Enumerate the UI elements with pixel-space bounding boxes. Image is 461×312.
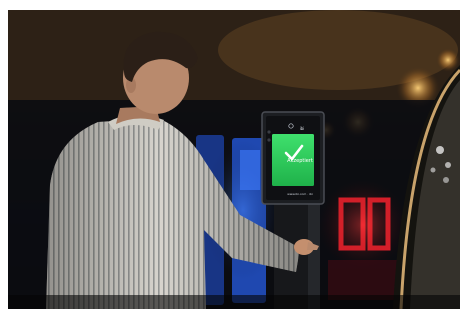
photo-frame: ibi Akzeptiert www.ibi.com · ibi (0, 0, 461, 312)
bokeh-light (445, 162, 451, 168)
casino-kiosk-photo: ibi Akzeptiert www.ibi.com · ibi (8, 10, 460, 309)
slot-display (240, 150, 260, 190)
red-machine-base (328, 260, 398, 300)
kiosk-pedestal-side (308, 200, 320, 309)
kiosk-brand-label: ibi (299, 126, 305, 131)
bokeh-light (443, 177, 449, 183)
bokeh-light (436, 146, 444, 154)
red-glow (318, 180, 408, 270)
kiosk-status-text: Akzeptiert (287, 158, 313, 164)
kiosk-camera-dot (267, 130, 271, 134)
bokeh-light (430, 167, 436, 173)
chandelier-light (436, 48, 460, 72)
kiosk-footer-text: www.ibi.com · ibi (287, 192, 313, 196)
kiosk-camera-dot (267, 138, 271, 142)
floor-shadow (8, 295, 460, 309)
scene-illustration (8, 10, 460, 309)
